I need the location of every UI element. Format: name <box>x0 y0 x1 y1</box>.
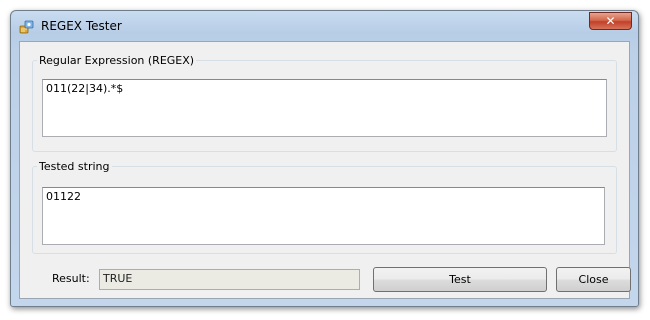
tested-string-legend: Tested string <box>39 160 110 173</box>
title-bar[interactable]: REGEX Tester ✕ <box>11 11 638 41</box>
regex-input[interactable]: 011(22|34).*$ <box>42 79 607 137</box>
regex-group: Regular Expression (REGEX) 011(22|34).*$ <box>32 54 617 152</box>
result-field: TRUE <box>99 269 360 290</box>
close-icon: ✕ <box>605 14 616 28</box>
test-button[interactable]: Test <box>373 267 547 292</box>
dialog-client-area: Regular Expression (REGEX) 011(22|34).*$… <box>19 41 631 299</box>
tested-string-group: Tested string 01122 <box>32 160 617 254</box>
tested-string-input[interactable]: 01122 <box>42 187 605 245</box>
window-title: REGEX Tester <box>41 19 122 33</box>
regex-tester-window: REGEX Tester ✕ Regular Expression (REGEX… <box>10 10 639 307</box>
app-icon <box>19 18 35 34</box>
result-label: Result: <box>52 272 90 285</box>
regex-group-legend: Regular Expression (REGEX) <box>39 54 195 67</box>
close-button[interactable]: Close <box>556 267 631 292</box>
close-window-button[interactable]: ✕ <box>589 12 632 30</box>
